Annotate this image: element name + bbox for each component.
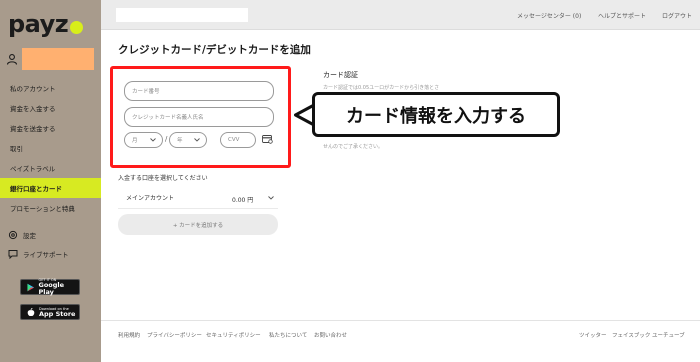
top-bar: メッセージセンター (0) ヘルプとサポート ログアウト: [101, 0, 700, 30]
apple-icon: [27, 307, 35, 316]
sidebar-item-travel[interactable]: ペイズトラベル: [0, 158, 101, 178]
chevron-down-icon: [194, 138, 200, 142]
sidebar-item-label: 取引: [10, 145, 23, 153]
sidebar-item-transactions[interactable]: 取引: [0, 138, 101, 158]
account-select[interactable]: メインアカウント 0.00 円: [118, 187, 278, 209]
logo-dot: [70, 20, 84, 34]
footer-link-facebook[interactable]: フェイスブック: [612, 331, 650, 339]
google-play-button[interactable]: GET IT ON Google Play: [20, 278, 80, 296]
card-number-placeholder: カード番号: [132, 89, 160, 95]
year-placeholder: 年: [177, 138, 183, 144]
logout-link[interactable]: ログアウト: [662, 11, 692, 20]
settings-label: 設定: [23, 232, 36, 240]
cardholder-placeholder: クレジットカード名義人氏名: [132, 115, 204, 121]
settings-link[interactable]: 設定: [8, 230, 36, 240]
footer-link-security[interactable]: セキュリティポリシー: [206, 331, 261, 339]
cardholder-name-input[interactable]: クレジットカード名義人氏名: [124, 107, 274, 127]
account-name: メインアカウント: [126, 195, 175, 202]
callout-text: カード情報を入力する: [346, 105, 526, 127]
google-play-large: Google Play: [38, 281, 65, 296]
cvv-input[interactable]: CVV: [220, 132, 256, 148]
card-number-input[interactable]: カード番号: [124, 81, 274, 101]
card-auth-text: カード認証では0.05ユーロがカードから引き落とさ: [323, 85, 440, 91]
footer-link-twitter[interactable]: ツイッター: [579, 331, 607, 339]
sidebar-item-deposit[interactable]: 資金を入金する: [0, 98, 101, 118]
top-search-field[interactable]: [116, 8, 248, 22]
sidebar-item-bank-cards[interactable]: 銀行口座とカード: [0, 178, 101, 198]
footer-link-privacy[interactable]: プライバシーポリシー: [147, 331, 202, 339]
account-select-label: 入金する口座を選択してください: [118, 175, 208, 182]
sidebar-item-send[interactable]: 資金を送金する: [0, 118, 101, 138]
expiry-year-select[interactable]: 年: [169, 132, 207, 148]
sidebar-item-label: 資金を入金する: [10, 105, 56, 113]
cvv-placeholder: CVV: [228, 137, 240, 143]
footer-link-contact[interactable]: お問い合わせ: [314, 331, 347, 339]
google-play-icon: [27, 283, 35, 291]
account-balance: 0.00 円: [232, 197, 254, 204]
gear-icon: [8, 230, 18, 240]
live-support-label: ライブサポート: [23, 251, 69, 259]
chat-icon: [8, 250, 18, 259]
app-store-button[interactable]: Download on the App Store: [20, 304, 80, 320]
message-center-link[interactable]: メッセージセンター (0): [517, 11, 581, 20]
help-support-link[interactable]: ヘルプとサポート: [598, 11, 646, 20]
page-title: クレジットカード/デビットカードを追加: [118, 44, 311, 56]
month-placeholder: 月: [132, 138, 138, 144]
sidebar-item-label: ペイズトラベル: [10, 165, 56, 173]
user-row[interactable]: [6, 48, 94, 70]
sidebar-item-label: 私のアカウント: [10, 85, 56, 93]
user-icon: [6, 54, 18, 65]
add-card-button[interactable]: + カードを追加する: [118, 214, 278, 235]
annotation-callout: カード情報を入力する: [312, 92, 560, 137]
chevron-down-icon: [150, 138, 156, 142]
sidebar-item-promotions[interactable]: プロモーションと特典: [0, 198, 101, 218]
sidebar-item-label: 資金を送金する: [10, 125, 56, 133]
card-auth-text-end: せんのでご了承ください。: [323, 144, 384, 150]
card-auth-title: カード認証: [323, 71, 358, 79]
sidebar-item-my-account[interactable]: 私のアカウント: [0, 78, 101, 98]
card-form-highlight: カード番号 クレジットカード名義人氏名 月 / 年 CVV: [110, 66, 291, 168]
live-support-link[interactable]: ライブサポート: [8, 249, 69, 259]
logo-text: payz: [8, 10, 69, 38]
sidebar-item-label: 銀行口座とカード: [10, 185, 62, 193]
app-store-large: App Store: [39, 309, 76, 318]
expiry-separator: /: [165, 135, 168, 143]
sidebar: payz 私のアカウント 資金を入金する 資金を送金する 取引 ペイズトラベル …: [0, 0, 101, 362]
username-redacted: [22, 48, 94, 70]
card-cvv-icon[interactable]: [262, 135, 273, 144]
chevron-down-icon: [268, 196, 274, 200]
footer-link-about[interactable]: 私たちについて: [269, 331, 307, 339]
footer-link-youtube[interactable]: ユーチューブ: [652, 331, 685, 339]
sidebar-item-label: プロモーションと特典: [10, 205, 75, 213]
sidebar-nav: 私のアカウント 資金を入金する 資金を送金する 取引 ペイズトラベル 銀行口座と…: [0, 78, 101, 218]
payz-logo[interactable]: payz: [8, 10, 84, 38]
footer-link-terms[interactable]: 利用規約: [118, 331, 140, 339]
footer: 利用規約 プライバシーポリシー セキュリティポリシー 私たちについて お問い合わ…: [101, 320, 700, 362]
expiry-month-select[interactable]: 月: [124, 132, 163, 148]
